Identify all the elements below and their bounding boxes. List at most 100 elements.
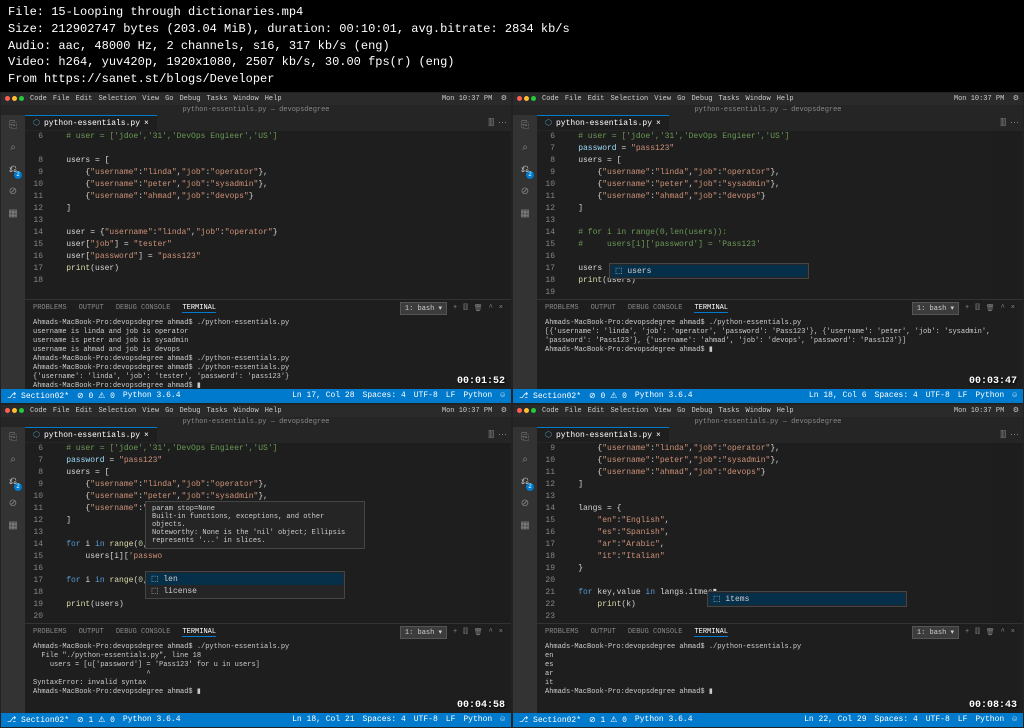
new-terminal-icon[interactable]: + (965, 304, 969, 312)
minimap[interactable] (481, 443, 511, 623)
autocomplete-popup[interactable]: ⬚ len⬚ license (145, 571, 345, 599)
split-icon[interactable]: ⫿⫿ (488, 118, 494, 128)
mac-menu-item[interactable]: Help (265, 95, 282, 103)
minimap[interactable] (993, 443, 1023, 623)
status-item[interactable]: Ln 18, Col 21 (292, 715, 354, 724)
split-icon[interactable]: ⫿⫿ (488, 430, 494, 440)
trash-icon[interactable]: 🗑 (986, 628, 995, 637)
panel-tab[interactable]: TERMINAL (182, 628, 216, 637)
panel-tab[interactable]: DEBUG CONSOLE (116, 304, 171, 312)
scm-icon[interactable]: ⎌2 (6, 475, 20, 489)
minimap[interactable] (481, 131, 511, 299)
close-panel-icon[interactable]: × (1011, 628, 1015, 636)
explorer-icon[interactable]: ⎘ (6, 431, 20, 445)
panel-tab[interactable]: OUTPUT (591, 304, 616, 312)
scm-icon[interactable]: ⎌2 (6, 163, 20, 177)
status-item[interactable]: Python (975, 715, 1004, 724)
mac-menu-item[interactable]: Code (30, 407, 47, 415)
new-terminal-icon[interactable]: + (453, 628, 457, 636)
close-icon[interactable]: × (144, 119, 149, 128)
more-icon[interactable]: ⋯ (498, 430, 507, 440)
code-editor[interactable]: 678910111213141516171819 # user = ['jdoe… (537, 131, 1023, 299)
mac-menu-item[interactable]: File (53, 95, 70, 103)
autocomplete-popup[interactable]: ⬚ users (609, 263, 809, 279)
notification-icon[interactable]: ☺ (500, 391, 505, 400)
split-terminal-icon[interactable]: ⫿⫿ (463, 628, 467, 636)
split-terminal-icon[interactable]: ⫿⫿ (463, 304, 467, 312)
mac-menu-item[interactable]: Code (542, 95, 559, 103)
panel-tab[interactable]: TERMINAL (182, 304, 216, 313)
code-editor[interactable]: 689101112131415161718 # user = ['jdoe','… (25, 131, 511, 299)
code-editor[interactable]: 67891011121314151617181920 # user = ['jd… (25, 443, 511, 623)
new-terminal-icon[interactable]: + (965, 628, 969, 636)
status-item[interactable]: UTF-8 (926, 715, 950, 724)
status-item[interactable]: LF (958, 715, 968, 724)
trash-icon[interactable]: 🗑 (474, 304, 483, 313)
status-item[interactable]: ⎇ Section02* (519, 715, 581, 725)
notification-icon[interactable]: ☺ (1012, 391, 1017, 400)
status-item[interactable]: UTF-8 (414, 391, 438, 400)
new-terminal-icon[interactable]: + (453, 304, 457, 312)
mac-menu-item[interactable]: Window (234, 407, 259, 415)
mac-menu-item[interactable]: File (53, 407, 70, 415)
panel-tab[interactable]: DEBUG CONSOLE (628, 304, 683, 312)
split-icon[interactable]: ⫿⫿ (1000, 430, 1006, 440)
mac-menu-item[interactable]: Edit (76, 407, 93, 415)
status-item[interactable]: ⊘ 1 ⚠ 0 (77, 715, 115, 725)
extensions-icon[interactable]: ▦ (6, 519, 20, 533)
mac-menu-item[interactable]: View (654, 95, 671, 103)
debug-icon[interactable]: ⊘ (518, 497, 532, 511)
mac-menu-item[interactable]: Tasks (718, 407, 739, 415)
mac-menu-item[interactable]: File (565, 407, 582, 415)
extensions-icon[interactable]: ▦ (518, 519, 532, 533)
panel-tab[interactable]: OUTPUT (79, 304, 104, 312)
mac-menu-item[interactable]: Tasks (718, 95, 739, 103)
panel-tab[interactable]: DEBUG CONSOLE (116, 628, 171, 636)
status-item[interactable]: Python 3.6.4 (123, 391, 181, 400)
close-icon[interactable]: × (144, 431, 149, 440)
more-icon[interactable]: ⋯ (498, 118, 507, 128)
maximize-icon[interactable]: ^ (489, 628, 493, 636)
mac-menu-item[interactable]: Debug (179, 95, 200, 103)
panel-tab[interactable]: PROBLEMS (33, 628, 67, 636)
status-item[interactable]: ⊘ 0 ⚠ 0 (589, 391, 627, 401)
terminal-output[interactable]: Ahmads-MacBook-Pro:devopsdegree ahmad$ .… (25, 641, 511, 713)
editor-tab[interactable]: ⬡ python-essentials.py × (25, 115, 157, 130)
mac-menu-item[interactable]: Go (677, 407, 685, 415)
maximize-icon[interactable]: ^ (489, 304, 493, 312)
mac-menu-item[interactable]: File (565, 95, 582, 103)
minimap[interactable] (993, 131, 1023, 299)
close-icon[interactable]: × (656, 431, 661, 440)
mac-menu-item[interactable]: Go (677, 95, 685, 103)
explorer-icon[interactable]: ⎘ (6, 119, 20, 133)
mac-menu-item[interactable]: Window (746, 95, 771, 103)
status-item[interactable]: Ln 22, Col 29 (804, 715, 866, 724)
status-item[interactable]: LF (446, 391, 456, 400)
search-icon[interactable]: ⌕ (518, 141, 532, 155)
debug-icon[interactable]: ⊘ (6, 497, 20, 511)
mac-menu-item[interactable]: Tasks (206, 407, 227, 415)
close-icon[interactable]: × (656, 119, 661, 128)
notification-icon[interactable]: ☺ (500, 715, 505, 724)
mac-menu-item[interactable]: Debug (691, 95, 712, 103)
status-item[interactable]: Spaces: 4 (363, 391, 406, 400)
terminal-output[interactable]: Ahmads-MacBook-Pro:devopsdegree ahmad$ .… (25, 317, 511, 389)
status-item[interactable]: UTF-8 (414, 715, 438, 724)
status-item[interactable]: ⎇ Section02* (519, 391, 581, 401)
mac-menu-item[interactable]: Edit (588, 407, 605, 415)
mac-menu-item[interactable]: Help (265, 407, 282, 415)
status-item[interactable]: Spaces: 4 (363, 715, 406, 724)
panel-tab[interactable]: TERMINAL (694, 628, 728, 637)
mac-menu-item[interactable]: Go (165, 95, 173, 103)
mac-menu-item[interactable]: Debug (691, 407, 712, 415)
autocomplete-popup[interactable]: ⬚ items (707, 591, 907, 607)
panel-tab[interactable]: PROBLEMS (545, 304, 579, 312)
status-item[interactable]: Spaces: 4 (875, 391, 918, 400)
mac-menu-item[interactable]: Selection (98, 95, 136, 103)
mac-menu-item[interactable]: Window (746, 407, 771, 415)
status-item[interactable]: Python (975, 391, 1004, 400)
editor-tab[interactable]: ⬡ python-essentials.py × (537, 427, 669, 442)
maximize-icon[interactable]: ^ (1001, 304, 1005, 312)
mac-menu-item[interactable]: Code (30, 95, 47, 103)
close-panel-icon[interactable]: × (499, 304, 503, 312)
